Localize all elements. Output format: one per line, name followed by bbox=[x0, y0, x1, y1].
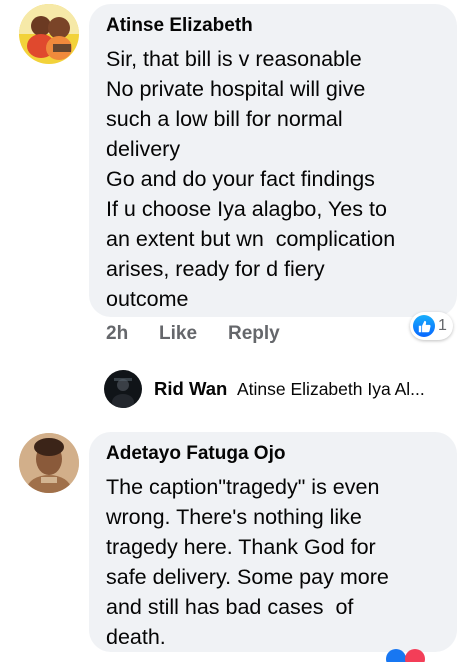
comment-text-line: delivery bbox=[106, 137, 181, 161]
comment-text-line: The caption"tragedy" is even bbox=[106, 475, 380, 499]
comment-text-line: If u choose Iya alagbo, Yes to bbox=[106, 197, 387, 221]
timestamp[interactable]: 2h bbox=[106, 323, 128, 345]
reply-preview[interactable]: Rid Wan Atinse Elizabeth Iya Al... bbox=[104, 370, 473, 410]
reply-text: Atinse Elizabeth Iya Al... bbox=[237, 379, 425, 399]
comment-text-line: outcome bbox=[106, 287, 189, 311]
comment-bubble: Adetayo Fatuga Ojo The caption"tragedy" … bbox=[89, 432, 457, 652]
avatar[interactable] bbox=[19, 4, 79, 64]
reaction-count: 1 bbox=[438, 317, 447, 334]
reaction-badge[interactable]: 1 bbox=[410, 312, 453, 340]
comment-text-line: wrong. There's nothing like bbox=[106, 505, 362, 529]
reply-author[interactable]: Rid Wan bbox=[154, 378, 227, 400]
comment-text-line: such a low bill for normal bbox=[106, 107, 343, 131]
comment-text-line: Sir, that bill is v reasonable bbox=[106, 47, 362, 71]
comment-bubble: Atinse Elizabeth Sir, that bill is v rea… bbox=[89, 4, 457, 317]
comment-text-line: safe delivery. Some pay more bbox=[106, 565, 389, 589]
comment-text-line: and still has bad cases of bbox=[106, 595, 354, 619]
comment-text-line: arises, ready for d fiery bbox=[106, 257, 325, 281]
comment-text-line: tragedy here. Thank God for bbox=[106, 535, 376, 559]
comment-text-line: No private hospital will give bbox=[106, 77, 366, 101]
comment-actions: 2h Like Reply bbox=[106, 323, 406, 347]
comment-text-line: Go and do your fact findings bbox=[106, 167, 375, 191]
reply-button[interactable]: Reply bbox=[228, 323, 280, 345]
like-reaction-icon bbox=[413, 315, 435, 337]
comment-text-line: an extent but wn complication bbox=[106, 227, 396, 251]
like-button[interactable]: Like bbox=[159, 323, 197, 345]
reaction-badge[interactable] bbox=[385, 648, 445, 667]
reply-avatar[interactable] bbox=[104, 370, 142, 408]
comment-author[interactable]: Atinse Elizabeth bbox=[106, 14, 443, 38]
comment-author[interactable]: Adetayo Fatuga Ojo bbox=[106, 442, 443, 466]
avatar[interactable] bbox=[19, 433, 79, 493]
